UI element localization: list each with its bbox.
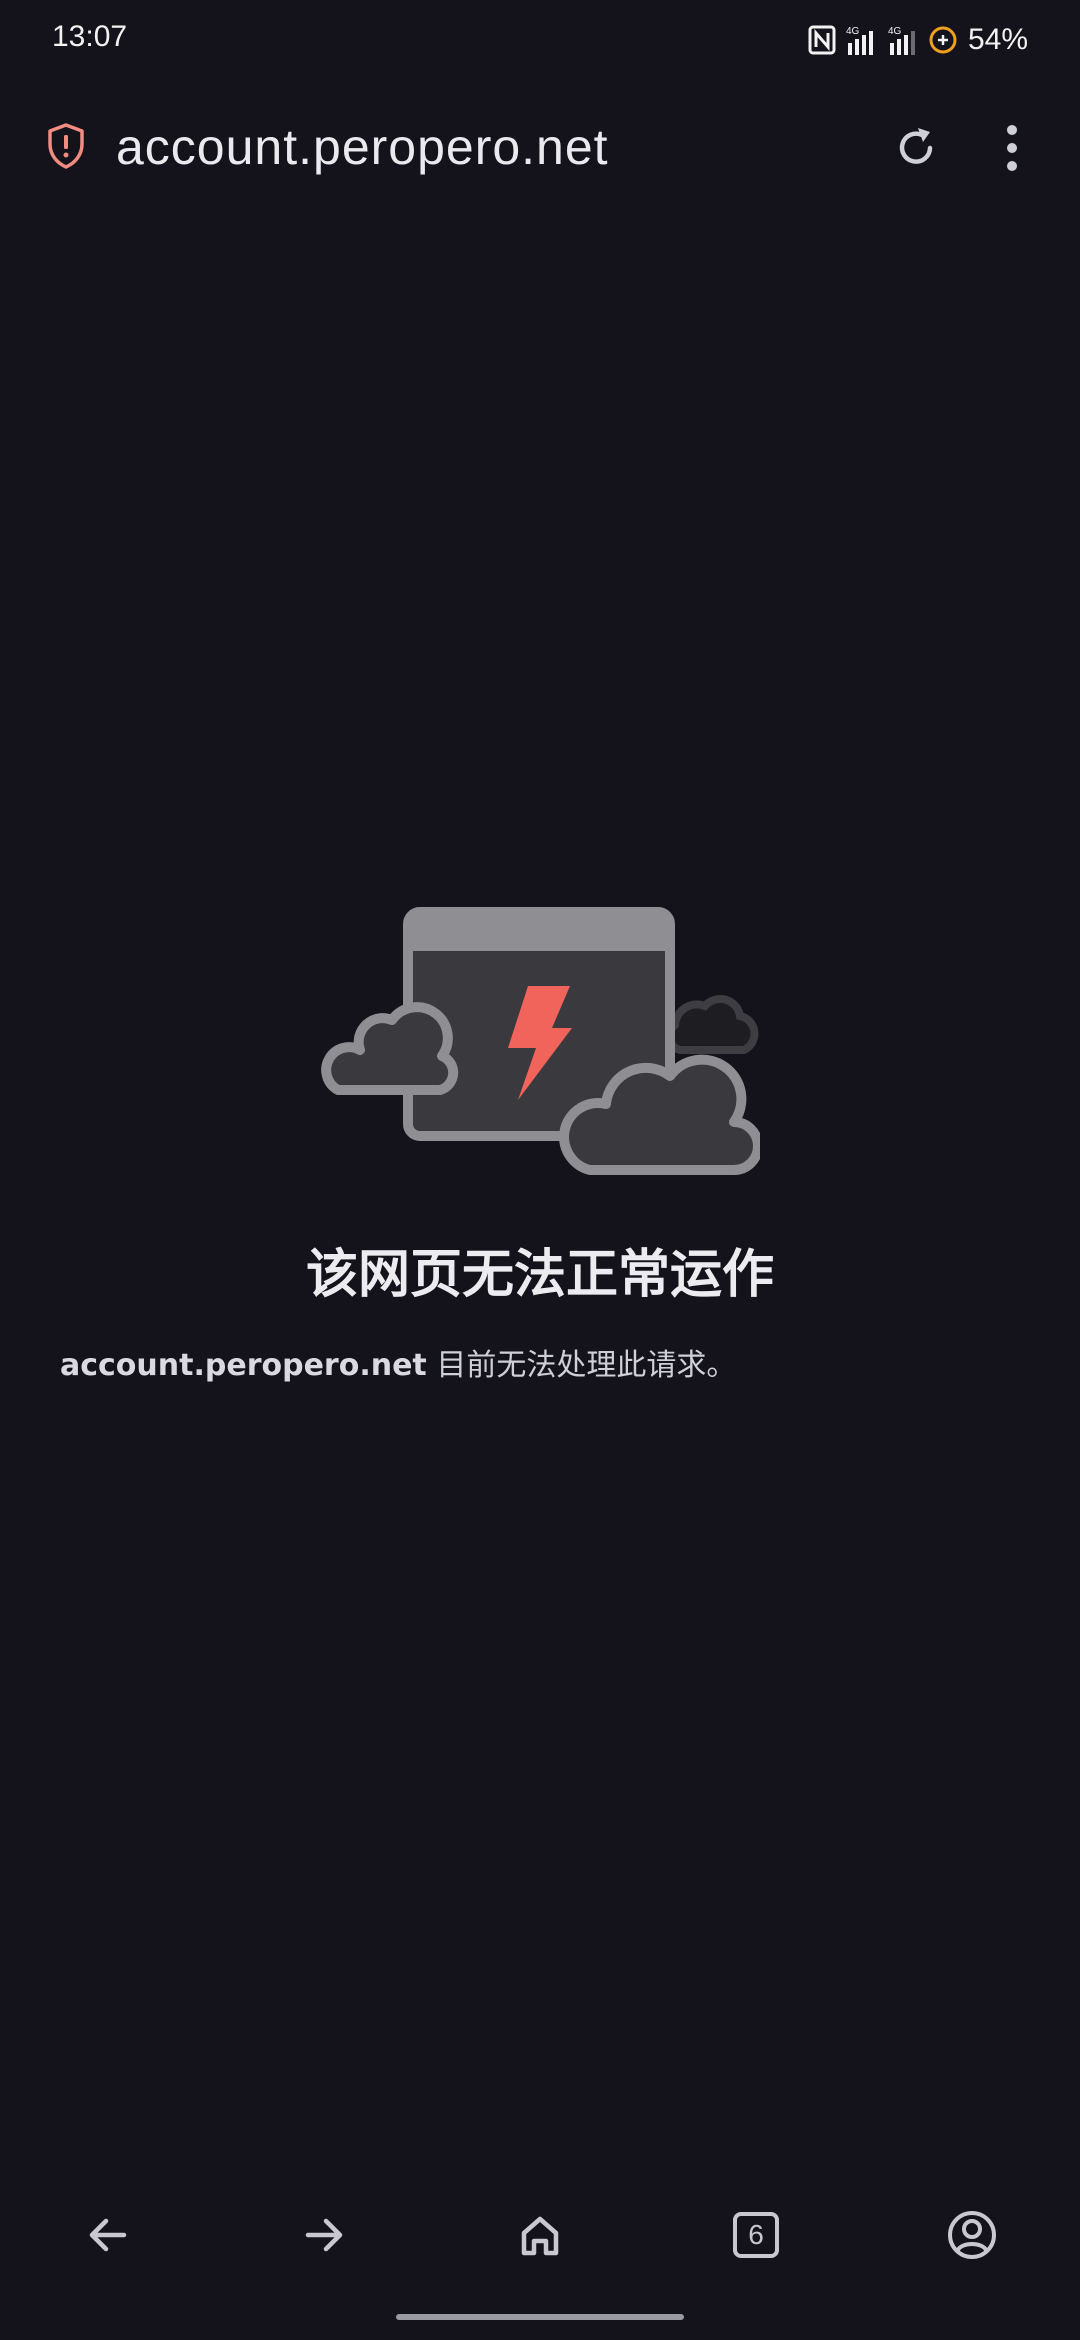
- battery-saver-icon: [929, 26, 957, 54]
- battery-percent: 54%: [967, 23, 1028, 56]
- nfc-icon: [808, 25, 836, 55]
- more-vert-icon[interactable]: [1000, 120, 1024, 176]
- status-time: 13:07: [52, 20, 128, 53]
- cloud-left-icon: [321, 1002, 459, 1095]
- signal-4g-icon: 4G: [846, 26, 873, 55]
- svg-text:4G: 4G: [846, 26, 860, 37]
- browser-toolbar: account.peropero.net: [0, 100, 1080, 200]
- tab-count: 6: [748, 2219, 764, 2250]
- forward-button[interactable]: [284, 2190, 364, 2280]
- error-illustration: [321, 907, 760, 1175]
- account-button[interactable]: [932, 2190, 1012, 2280]
- error-description: account.peropero.net 目前无法处理此请求。: [60, 1340, 1020, 1384]
- error-message: 目前无法处理此请求。: [426, 1348, 737, 1383]
- error-title: 该网页无法正常运作: [305, 1245, 774, 1305]
- reload-icon[interactable]: [892, 120, 940, 176]
- account-icon: [948, 2211, 996, 2259]
- error-host: account.peropero.net: [60, 1348, 427, 1383]
- back-arrow-icon: [89, 2218, 127, 2252]
- home-indicator[interactable]: [396, 2314, 684, 2320]
- cloud-small-icon: [665, 994, 759, 1054]
- tabs-button[interactable]: 6: [716, 2190, 796, 2280]
- back-button[interactable]: [68, 2190, 148, 2280]
- signal-4g-icon: 4G: [888, 26, 915, 55]
- status-icons: 4G 4G 54%: [808, 18, 1028, 62]
- home-button[interactable]: [500, 2190, 580, 2280]
- status-bar: 13:07 4G 4G 54%: [0, 0, 1080, 80]
- svg-text:4G: 4G: [888, 26, 902, 37]
- shield-warning-icon[interactable]: [46, 122, 86, 170]
- home-icon: [521, 2216, 559, 2256]
- bottom-navigation: 6: [0, 2190, 1080, 2280]
- forward-arrow-icon: [305, 2218, 343, 2252]
- url-bar[interactable]: account.peropero.net: [116, 118, 609, 176]
